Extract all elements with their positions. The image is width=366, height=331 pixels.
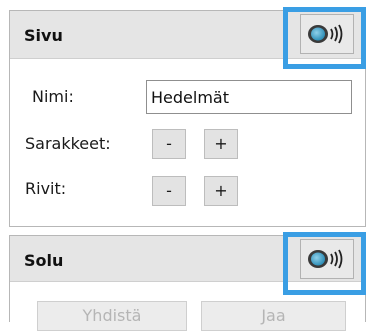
cell-read-aloud-button[interactable] — [300, 239, 354, 279]
page-read-aloud-button[interactable] — [300, 14, 354, 54]
columns-increase-button[interactable]: + — [204, 129, 238, 159]
page-panel-title: Sivu — [24, 26, 63, 45]
speaker-icon — [308, 249, 343, 269]
name-field[interactable] — [146, 80, 352, 114]
rows-decrease-button[interactable]: - — [152, 176, 186, 206]
columns-label: Sarakkeet: — [25, 134, 111, 153]
columns-decrease-button[interactable]: - — [152, 129, 186, 159]
name-label: Nimi: — [32, 87, 74, 106]
speaker-icon — [308, 24, 343, 44]
rows-increase-button[interactable]: + — [204, 176, 238, 206]
rows-label: Rivit: — [25, 179, 67, 198]
merge-button[interactable]: Yhdistä — [37, 301, 187, 331]
split-button[interactable]: Jaa — [201, 301, 346, 331]
cell-panel-title: Solu — [24, 251, 64, 270]
